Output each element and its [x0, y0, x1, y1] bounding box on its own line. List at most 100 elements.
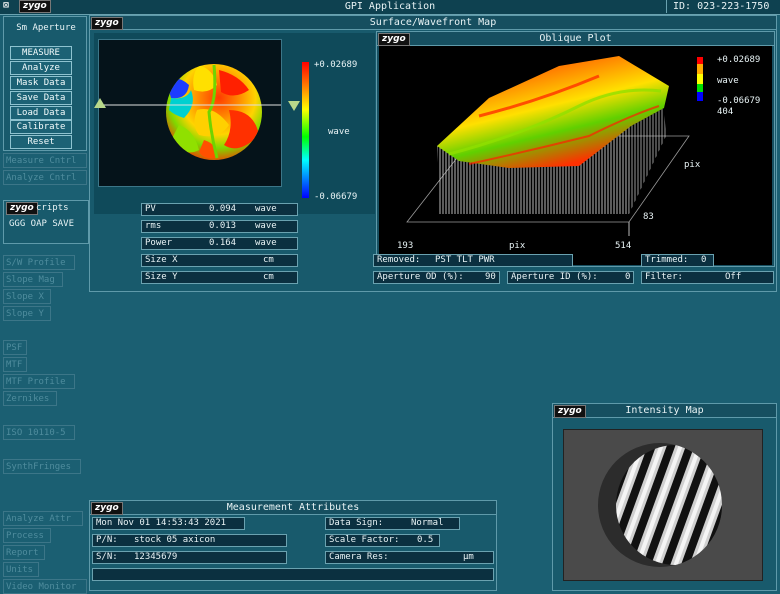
reset-button[interactable]: Reset [10, 135, 72, 149]
trimmed-label: Trimmed: [645, 255, 689, 265]
surface-map-title: Surface/Wavefront Map [90, 16, 776, 30]
profile-right-handle[interactable] [288, 101, 300, 111]
rms-field: rms 0.013 wave [141, 220, 298, 233]
aperture-id-field: Aperture ID (%): 0 [507, 271, 634, 284]
removed-value: PST TLT PWR [435, 255, 495, 265]
pn-value: stock 05 axicon [134, 535, 216, 545]
zygo-logo: zygo [91, 17, 123, 30]
data-sign-field: Data Sign: Normal [325, 517, 460, 530]
rms-value: 0.013 [209, 221, 237, 231]
surface-wavefront-image [99, 64, 281, 160]
sn-value: 12345679 [134, 552, 178, 562]
trimmed-field: Trimmed: 0 [641, 254, 714, 267]
aperture-panel: Sm Aperture MEASURE Analyze Mask Data Sa… [3, 16, 87, 151]
zygo-logo: zygo [378, 33, 410, 46]
power-unit: wave [255, 238, 277, 248]
intensity-fringe-image [564, 430, 762, 580]
oblique-axis-pix-bottom: pix [509, 241, 526, 251]
intensity-map-plot[interactable] [563, 429, 763, 581]
profile-left-handle[interactable] [94, 98, 106, 108]
iso-10110-5-button[interactable]: ISO 10110-5 [3, 425, 75, 440]
video-monitor-button[interactable]: Video Monitor [3, 579, 87, 594]
zygo-logo: zygo [91, 502, 123, 515]
surface-map-area: +0.02689 wave -0.06679 [94, 33, 375, 214]
data-sign-label: Data Sign: [329, 518, 384, 528]
filter-value: Off [725, 272, 742, 282]
size-x-field: Size X cm [141, 254, 298, 267]
aperture-id-label: Aperture ID (%): [511, 272, 598, 282]
power-label: Power [145, 238, 173, 248]
zernikes-button[interactable]: Zernikes [3, 391, 57, 406]
title-bar: ⊠ zygo GPI Application ID: 023-223-1750 [0, 0, 780, 15]
measure-cntrl-button[interactable]: Measure Cntrl [3, 153, 87, 168]
filter-field: Filter: Off [641, 271, 774, 284]
removed-label: Removed: [377, 255, 421, 265]
scale-factor-value: 0.5 [417, 535, 434, 545]
data-sign-value: Normal [411, 518, 444, 528]
trimmed-value: 0 [701, 255, 707, 265]
size-x-unit: cm [263, 255, 274, 265]
measure-button[interactable]: MEASURE [10, 46, 72, 60]
oblique-scale-max: +0.02689 [717, 55, 761, 65]
calibrate-button[interactable]: Calibrate [10, 120, 72, 134]
power-value: 0.164 [209, 238, 237, 248]
scripts-panel: zygo cripts GGG OAP SAVE [3, 200, 89, 244]
oblique-plot-panel: Oblique Plot zygo +0.02689 wave -0.06679… [376, 31, 775, 267]
process-button[interactable]: Process [3, 528, 51, 543]
surface-color-scale [302, 62, 309, 198]
size-y-label: Size Y [145, 272, 178, 282]
surface-map-plot[interactable] [98, 39, 282, 187]
mtf-button[interactable]: MTF [3, 357, 27, 372]
intensity-map-title: Intensity Map [553, 404, 776, 418]
filter-label: Filter: [645, 272, 683, 282]
note-field[interactable] [92, 568, 494, 581]
surface-scale-unit: wave [328, 127, 350, 137]
pv-label: PV [145, 204, 156, 214]
surface-map-panel: Surface/Wavefront Map zygo +0.02689 wave… [89, 15, 777, 292]
aperture-od-value: 90 [485, 272, 496, 282]
oblique-3d-surface [406, 56, 703, 236]
camera-res-unit: µm [463, 552, 474, 562]
sw-profile-button[interactable]: S/W Profile [3, 255, 75, 270]
load-data-button[interactable]: Load Data [10, 106, 72, 120]
save-data-button[interactable]: Save Data [10, 91, 72, 105]
scale-factor-label: Scale Factor: [329, 535, 400, 545]
sn-label: S/N: [96, 552, 118, 562]
id-display: ID: 023-223-1750 [666, 0, 779, 13]
oblique-plot-area[interactable]: +0.02689 wave -0.06679 404 pix 83 193 pi… [379, 46, 772, 265]
synthfringes-button[interactable]: SynthFringes [3, 459, 81, 474]
aperture-od-field: Aperture OD (%): 90 [373, 271, 500, 284]
power-field: Power 0.164 wave [141, 237, 298, 250]
oblique-plot-title: Oblique Plot [377, 32, 774, 46]
analyze-attr-button[interactable]: Analyze Attr [3, 511, 83, 526]
sn-field: S/N: 12345679 [92, 551, 287, 564]
mtf-profile-button[interactable]: MTF Profile [3, 374, 75, 389]
units-button[interactable]: Units [3, 562, 39, 577]
scale-factor-field: Scale Factor: 0.5 [325, 534, 440, 547]
camera-res-field: Camera Res: µm [325, 551, 494, 564]
slope-mag-button[interactable]: Slope Mag [3, 272, 63, 287]
script-item-ggg-oap-save[interactable]: GGG OAP SAVE [9, 219, 74, 229]
zygo-logo: zygo [554, 405, 586, 418]
oblique-scale-unit: wave [717, 76, 739, 86]
slope-y-button[interactable]: Slope Y [3, 306, 51, 321]
surface-scale-min: -0.06679 [314, 192, 358, 202]
aperture-id-value: 0 [625, 272, 631, 282]
surface-scale-max: +0.02689 [314, 60, 358, 70]
app-title: GPI Application [344, 1, 436, 12]
size-y-unit: cm [263, 272, 274, 282]
size-y-field: Size Y cm [141, 271, 298, 284]
pv-value: 0.094 [209, 204, 237, 214]
slope-x-button[interactable]: Slope X [3, 289, 51, 304]
report-button[interactable]: Report [3, 545, 45, 560]
analyze-cntrl-button[interactable]: Analyze Cntrl [3, 170, 87, 185]
scripts-label: cripts [36, 203, 69, 213]
pv-unit: wave [255, 204, 277, 214]
mask-data-button[interactable]: Mask Data [10, 76, 72, 90]
oblique-axis-83: 83 [643, 212, 654, 222]
analyze-button[interactable]: Analyze [10, 61, 72, 75]
measurement-attributes-title: Measurement Attributes [90, 501, 496, 515]
oblique-scale-min: -0.06679 [717, 96, 761, 106]
psf-button[interactable]: PSF [3, 340, 27, 355]
aperture-od-label: Aperture OD (%): [377, 272, 464, 282]
